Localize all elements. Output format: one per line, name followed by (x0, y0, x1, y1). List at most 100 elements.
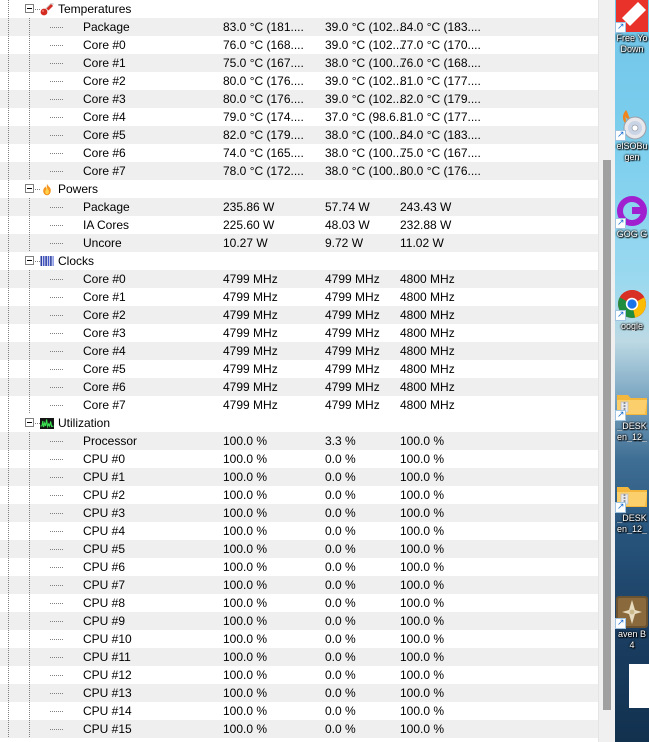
tree-guide-line (8, 504, 9, 522)
sensor-value-min: 0.0 % (325, 596, 356, 610)
game-raven-shortcut[interactable]: aven B4 (615, 596, 649, 650)
sensor-value-max: 100.0 % (400, 578, 445, 592)
sensor-row[interactable]: CPU #4 100.0 % 0.0 % 100.0 % (0, 522, 598, 540)
sensor-row[interactable]: Package 83.0 °C (181.... 39.0 °C (102.... 8… (0, 18, 598, 36)
archive-folder-shortcut-2[interactable]: _DESKen_12_ (615, 480, 649, 534)
tree-guide-line (29, 594, 30, 612)
tree-child-connector (50, 387, 63, 388)
tree-guide-line (8, 702, 9, 720)
tree-child-connector (50, 531, 63, 532)
tree-guide-line (29, 558, 30, 576)
sensor-row[interactable]: Core #2 4799 MHz 4799 MHz 4800 MHz (0, 306, 598, 324)
google-chrome-shortcut[interactable]: oogle (615, 288, 649, 332)
sensor-label: Core #4 (83, 344, 126, 358)
tree-child-connector (50, 117, 63, 118)
sensor-label: Core #3 (83, 326, 126, 340)
expander-toggle-temperatures[interactable] (25, 4, 34, 13)
sensor-row[interactable]: CPU #2 100.0 % 0.0 % 100.0 % (0, 486, 598, 504)
sensor-row[interactable]: CPU #10 100.0 % 0.0 % 100.0 % (0, 630, 598, 648)
sensor-row[interactable]: Package 235.86 W 57.74 W 243.43 W (0, 198, 598, 216)
sensor-row[interactable]: Core #2 80.0 °C (176.... 39.0 °C (102.... 8… (0, 72, 598, 90)
archive-folder-shortcut[interactable]: _DESKen_12_ (615, 388, 649, 442)
tree-group-row[interactable]: Temperatures (0, 0, 598, 18)
sensor-value-max: 100.0 % (400, 686, 445, 700)
tree-guide-line (8, 324, 9, 342)
tree-guide-line (29, 684, 30, 702)
sensor-row[interactable]: IA Cores 225.60 W 48.03 W 232.88 W (0, 216, 598, 234)
sensor-value-max: 4800 MHz (400, 308, 455, 322)
sensor-row[interactable]: CPU #3 100.0 % 0.0 % 100.0 % (0, 504, 598, 522)
sensor-value-max: 100.0 % (400, 488, 445, 502)
sensor-value-min: 38.0 °C (100.... (325, 128, 406, 142)
expander-toggle-powers[interactable] (25, 184, 34, 193)
sensor-row[interactable]: CPU #0 100.0 % 0.0 % 100.0 % (0, 450, 598, 468)
sensor-row[interactable]: Core #1 75.0 °C (167.... 38.0 °C (100.... 7… (0, 54, 598, 72)
sensor-label: Core #2 (83, 74, 126, 88)
sensor-row[interactable]: Core #6 4799 MHz 4799 MHz 4800 MHz (0, 378, 598, 396)
sensor-row[interactable]: CPU #15 100.0 % 0.0 % 100.0 % (0, 720, 598, 738)
sensor-value-min: 0.0 % (325, 506, 356, 520)
tree-guide-line (29, 468, 30, 486)
ultraiso-burner-shortcut[interactable]: elSOBugen (615, 108, 649, 162)
scrollbar-thumb[interactable] (603, 160, 611, 710)
sensor-row[interactable]: CPU #7 100.0 % 0.0 % 100.0 % (0, 576, 598, 594)
free-youtube-download-shortcut[interactable]: Free YoDown (615, 0, 649, 54)
tree-group-label: Utilization (58, 416, 111, 430)
sensor-row[interactable]: Core #6 74.0 °C (165.... 38.0 °C (100.... 7… (0, 144, 598, 162)
sensor-row[interactable]: CPU #14 100.0 % 0.0 % 100.0 % (0, 702, 598, 720)
sensor-row[interactable]: Core #3 4799 MHz 4799 MHz 4800 MHz (0, 324, 598, 342)
desktop-icon-image (615, 108, 648, 141)
gog-galaxy-shortcut[interactable]: GOG G (615, 196, 649, 240)
sensor-row[interactable]: CPU #6 100.0 % 0.0 % 100.0 % (0, 558, 598, 576)
sensor-value-min: 39.0 °C (102.... (325, 92, 406, 106)
tree-group-row[interactable]: Powers (0, 180, 598, 198)
sensor-row[interactable]: Uncore 10.27 W 9.72 W 11.02 W (0, 234, 598, 252)
sensor-value-max: 100.0 % (400, 650, 445, 664)
sensor-row[interactable]: Core #1 4799 MHz 4799 MHz 4800 MHz (0, 288, 598, 306)
tree-guide-line (8, 216, 9, 234)
tree-guide-line (8, 234, 9, 252)
expander-toggle-utilization[interactable] (25, 418, 34, 427)
sensor-row[interactable]: Core #0 4799 MHz 4799 MHz 4800 MHz (0, 270, 598, 288)
sensor-value-max: 232.88 W (400, 218, 452, 232)
sensor-row[interactable]: CPU #9 100.0 % 0.0 % 100.0 % (0, 612, 598, 630)
tree-guide-line (8, 0, 9, 18)
sensor-row[interactable]: CPU #1 100.0 % 0.0 % 100.0 % (0, 468, 598, 486)
tree-guide-line (8, 450, 9, 468)
sensor-value-max: 75.0 °C (167.... (400, 146, 481, 160)
sensor-row[interactable]: CPU #11 100.0 % 0.0 % 100.0 % (0, 648, 598, 666)
sensor-value-max: 100.0 % (400, 506, 445, 520)
sensor-row[interactable]: CPU #8 100.0 % 0.0 % 100.0 % (0, 594, 598, 612)
sensor-value-max: 243.43 W (400, 200, 452, 214)
desktop-icon-label-line2: gen (624, 152, 640, 162)
sensor-row[interactable]: Processor 100.0 % 3.3 % 100.0 % (0, 432, 598, 450)
desktop-icon-strip[interactable]: Free YoDown elSOBugen GOG G oogle _DESKen_12… (615, 0, 649, 742)
tree-group-row[interactable]: Clocks (0, 252, 598, 270)
sensor-tree-panel[interactable]: Temperatures Package 83.0 °C (181.... 39.0 … (0, 0, 598, 742)
sensor-label: Core #7 (83, 164, 126, 178)
sensor-row[interactable]: Core #7 4799 MHz 4799 MHz 4800 MHz (0, 396, 598, 414)
sensor-row[interactable]: Core #5 4799 MHz 4799 MHz 4800 MHz (0, 360, 598, 378)
expander-toggle-clocks[interactable] (25, 256, 34, 265)
sensor-row[interactable]: CPU #13 100.0 % 0.0 % 100.0 % (0, 684, 598, 702)
sensor-value-current: 100.0 % (223, 686, 268, 700)
sensor-value-min: 0.0 % (325, 632, 356, 646)
tree-guide-line (8, 378, 9, 396)
sensor-row[interactable]: Core #5 82.0 °C (179.... 38.0 °C (100.... 8… (0, 126, 598, 144)
sensor-row[interactable]: Core #3 80.0 °C (176.... 39.0 °C (102.... 8… (0, 90, 598, 108)
tree-guide-line (29, 90, 30, 108)
tree-child-connector (50, 99, 63, 100)
tree-guide-line (29, 432, 30, 450)
sensor-label: CPU #5 (83, 542, 126, 556)
sensor-value-current: 100.0 % (223, 722, 268, 736)
sensor-row[interactable]: Core #7 78.0 °C (172.... 38.0 °C (100.... 8… (0, 162, 598, 180)
sensor-value-current: 100.0 % (223, 470, 268, 484)
sensor-row[interactable]: CPU #5 100.0 % 0.0 % 100.0 % (0, 540, 598, 558)
sensor-row[interactable]: CPU #12 100.0 % 0.0 % 100.0 % (0, 666, 598, 684)
sensor-row[interactable]: Core #4 4799 MHz 4799 MHz 4800 MHz (0, 342, 598, 360)
sensor-row[interactable]: Core #4 79.0 °C (174.... 37.0 °C (98.6... 8… (0, 108, 598, 126)
tree-group-row[interactable]: Utilization (0, 414, 598, 432)
tree-guide-line (8, 486, 9, 504)
sensor-row[interactable]: Core #0 76.0 °C (168.... 39.0 °C (102.... 7… (0, 36, 598, 54)
vertical-scrollbar[interactable] (598, 0, 615, 742)
